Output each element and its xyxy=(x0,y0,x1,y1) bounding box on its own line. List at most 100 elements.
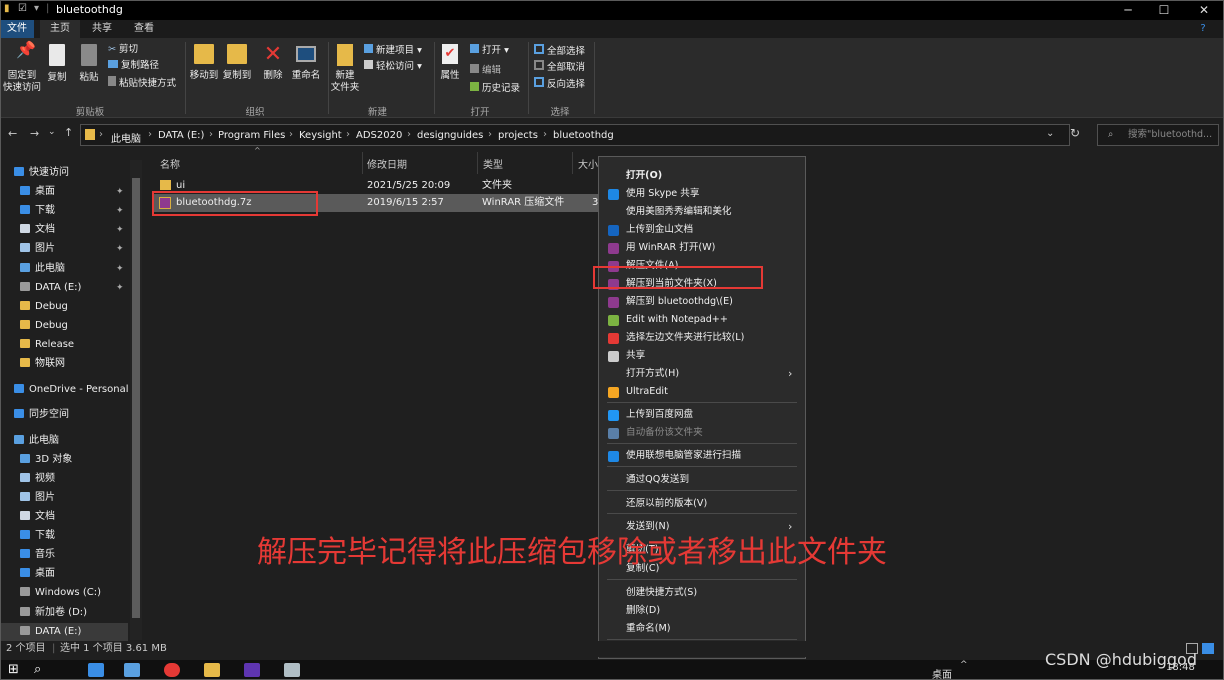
menu-item[interactable]: UltraEdit xyxy=(599,383,805,401)
menu-item[interactable]: 使用美图秀秀编辑和美化 xyxy=(599,203,805,221)
nav-item[interactable]: Debug xyxy=(0,298,68,316)
menu-item[interactable]: 打开方式(H) › xyxy=(599,365,805,383)
customize-toolbar-icon[interactable]: ▾ xyxy=(34,3,39,14)
cut-button[interactable]: ✂ 剪切 xyxy=(108,44,138,56)
nav-item[interactable]: Debug xyxy=(0,317,68,335)
pin-quick-access-button[interactable]: 📌 固定到 快速访问 xyxy=(2,42,42,94)
quick-access-icon[interactable]: ☑ xyxy=(18,3,27,14)
invert-selection-button[interactable]: 反向选择 xyxy=(534,77,585,91)
app-icon[interactable] xyxy=(88,663,104,677)
column-header-size[interactable]: 大小 xyxy=(578,156,598,171)
paste-button[interactable]: 粘贴 xyxy=(76,44,102,84)
column-header-name[interactable]: 名称 xyxy=(160,156,180,171)
tab-share[interactable]: 共享 xyxy=(82,20,122,38)
column-divider[interactable] xyxy=(477,152,478,174)
nav-item[interactable]: 新加卷 (D:) xyxy=(0,604,87,622)
nav-item[interactable]: 同步空间 xyxy=(0,406,69,424)
nav-item[interactable]: 文档 xyxy=(0,508,55,526)
refresh-icon[interactable]: ↻ xyxy=(1070,126,1080,140)
file-row-selected[interactable]: bluetoothdg.7z 2019/6/15 2:57 WinRAR 压缩文… xyxy=(152,194,612,212)
menu-item[interactable]: 通过QQ发送到 xyxy=(599,471,805,489)
minimize-button[interactable]: ─ xyxy=(1108,0,1148,20)
copy-path-button[interactable]: 复制路径 xyxy=(108,60,159,72)
tab-view[interactable]: 查看 xyxy=(124,20,164,38)
breadcrumb-program-files[interactable]: Program Files xyxy=(218,130,285,141)
select-all-button[interactable]: 全部选择 xyxy=(534,44,585,58)
menu-item[interactable]: 打开(O) xyxy=(599,167,805,185)
tab-file[interactable]: 文件 xyxy=(0,20,34,38)
menu-item[interactable]: 删除(D) xyxy=(599,602,805,620)
nav-item[interactable]: DATA (E:) ✦ xyxy=(0,279,124,297)
file-row[interactable]: ui 2021/5/25 20:09 文件夹 xyxy=(152,177,612,195)
nav-item[interactable]: 视频 xyxy=(0,470,55,488)
menu-item[interactable]: 选择左边文件夹进行比较(L) xyxy=(599,329,805,347)
desktop-toolbar-label[interactable]: 桌面 xyxy=(932,666,952,680)
copy-to-button[interactable]: 复制到 xyxy=(220,44,254,82)
nav-scrollbar[interactable] xyxy=(130,160,142,640)
select-none-button[interactable]: 全部取消 xyxy=(534,60,585,74)
paste-shortcut-button[interactable]: 粘贴快捷方式 xyxy=(108,76,176,90)
column-header-date[interactable]: 修改日期 xyxy=(367,156,407,171)
address-bar[interactable]: › 此电脑 › DATA (E:) › Program Files › Keys… xyxy=(80,124,1070,146)
menu-item[interactable]: 使用联想电脑管家进行扫描 xyxy=(599,447,805,465)
nav-item[interactable]: 此电脑 xyxy=(0,432,59,450)
search-icon[interactable]: ⌕ xyxy=(34,663,50,677)
nav-item[interactable]: Windows (C:) xyxy=(0,584,101,602)
search-input[interactable]: ⌕ 搜索"bluetoothd... xyxy=(1097,124,1219,146)
up-icon[interactable]: ↑ xyxy=(64,126,73,139)
breadcrumb-projects[interactable]: projects xyxy=(498,130,538,141)
column-divider[interactable] xyxy=(572,152,573,174)
nav-item[interactable]: 图片 xyxy=(0,489,55,507)
menu-item[interactable]: Edit with Notepad++ xyxy=(599,311,805,329)
maximize-button[interactable]: ☐ xyxy=(1144,0,1184,20)
column-header-type[interactable]: 类型 xyxy=(483,156,503,171)
address-dropdown-icon[interactable]: ⌄ xyxy=(1046,128,1054,139)
menu-item[interactable]: 解压到当前文件夹(X) xyxy=(599,275,805,293)
nav-item[interactable]: 桌面 ✦ xyxy=(0,183,124,201)
nav-item[interactable]: 桌面 xyxy=(0,565,55,583)
menu-item[interactable]: 共享 xyxy=(599,347,805,365)
help-button[interactable]: ? xyxy=(1193,20,1213,38)
app-icon[interactable] xyxy=(284,663,300,677)
breadcrumb-keysight[interactable]: Keysight xyxy=(299,130,342,141)
rename-button[interactable]: 重命名 xyxy=(288,44,324,82)
chrome-icon[interactable] xyxy=(164,663,180,677)
menu-item[interactable]: 解压到 bluetoothdg\(E) xyxy=(599,293,805,311)
windows-start-icon[interactable]: ⊞ xyxy=(8,663,24,677)
tab-home[interactable]: 主页 xyxy=(40,20,80,38)
nav-item[interactable]: 物联网 xyxy=(0,355,65,373)
file-explorer-icon[interactable] xyxy=(204,663,220,677)
easy-access-button[interactable]: 轻松访问 ▾ xyxy=(364,60,422,73)
new-folder-button[interactable]: 新建 文件夹 xyxy=(330,44,360,94)
breadcrumb-bluetoothdg[interactable]: bluetoothdg xyxy=(553,130,614,141)
nav-item[interactable]: Release xyxy=(0,336,74,354)
forward-icon[interactable]: → xyxy=(30,127,39,140)
nav-item[interactable]: 下载 xyxy=(0,527,55,545)
menu-item[interactable]: 上传到百度网盘 xyxy=(599,406,805,424)
nav-item[interactable]: 音乐 xyxy=(0,546,55,564)
move-to-button[interactable]: 移动到 xyxy=(188,44,220,82)
nav-item[interactable]: 文档 ✦ xyxy=(0,221,124,239)
nav-item[interactable]: OneDrive - Personal xyxy=(0,381,129,399)
history-button[interactable]: 历史记录 xyxy=(470,82,520,95)
breadcrumb-designguides[interactable]: designguides xyxy=(417,130,483,141)
nav-item[interactable]: 此电脑 ✦ xyxy=(0,260,124,278)
nav-scrollbar-thumb[interactable] xyxy=(132,178,140,618)
menu-item[interactable]: 上传到金山文档 xyxy=(599,221,805,239)
large-icons-view-icon[interactable] xyxy=(1202,643,1214,654)
nav-item[interactable]: 图片 ✦ xyxy=(0,240,124,258)
app-icon[interactable] xyxy=(244,663,260,677)
properties-button[interactable]: ✔ 属性 xyxy=(437,44,463,82)
menu-item[interactable]: 创建快捷方式(S) xyxy=(599,584,805,602)
nav-item[interactable]: 快速访问 xyxy=(0,164,69,182)
nav-item[interactable]: 下载 ✦ xyxy=(0,202,124,220)
open-button[interactable]: 打开 ▾ xyxy=(470,44,509,57)
edit-button[interactable]: 编辑 xyxy=(470,64,501,77)
column-divider[interactable] xyxy=(362,152,363,174)
recent-locations-icon[interactable]: ⌄ xyxy=(48,127,56,137)
menu-item[interactable]: 重命名(M) xyxy=(599,620,805,638)
breadcrumb-data-e[interactable]: DATA (E:) xyxy=(158,130,204,141)
menu-item[interactable]: 还原以前的版本(V) xyxy=(599,495,805,513)
app-icon[interactable] xyxy=(124,663,140,677)
nav-item[interactable]: 3D 对象 xyxy=(0,451,72,469)
